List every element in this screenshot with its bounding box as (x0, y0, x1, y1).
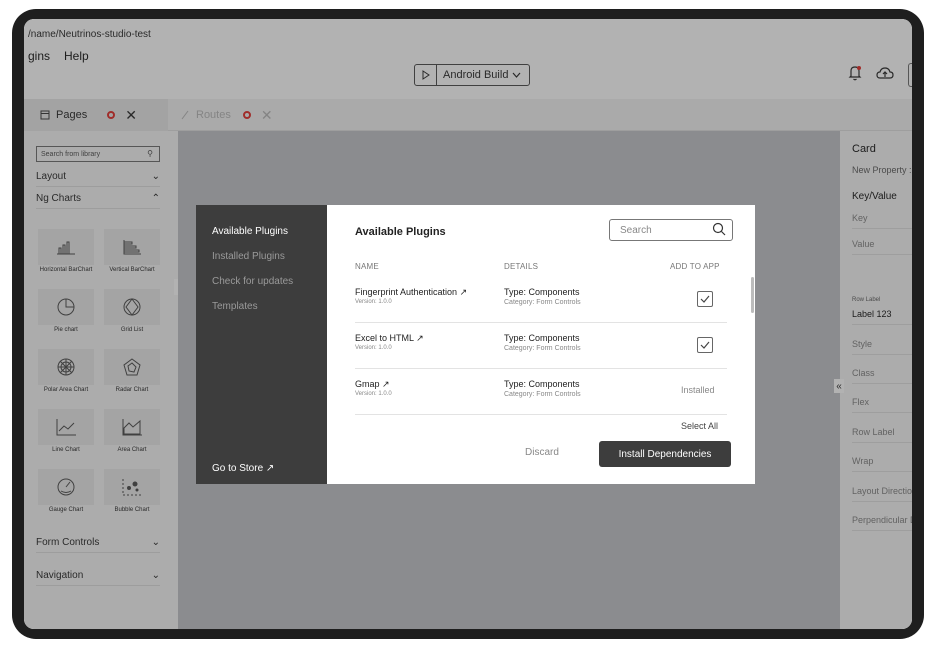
plugin-name-link[interactable]: Gmap ↗ (355, 379, 390, 390)
column-add-to-app: ADD TO APP (670, 262, 720, 271)
modal-sidebar: Available Plugins Installed Plugins Chec… (196, 205, 327, 484)
plugin-name-link[interactable]: Excel to HTML ↗ (355, 333, 424, 344)
plugins-modal: Available Plugins Installed Plugins Chec… (196, 205, 755, 484)
go-to-store-link[interactable]: Go to Store ↗ (212, 463, 274, 474)
plugin-type: Type: Components (504, 379, 580, 389)
nav-check-updates[interactable]: Check for updates (212, 276, 293, 287)
plugin-row: Gmap ↗ Version: 1.0.0 Type: Components C… (355, 369, 727, 415)
plugin-type: Type: Components (504, 287, 580, 297)
checkmark-icon (700, 341, 710, 349)
nav-available-plugins[interactable]: Available Plugins (212, 226, 288, 237)
discard-button[interactable]: Discard (525, 447, 559, 458)
plugin-row: Excel to HTML ↗ Version: 1.0.0 Type: Com… (355, 323, 727, 369)
app-screen: /name/Neutrinos-studio-test gins Help An… (24, 19, 912, 629)
nav-templates[interactable]: Templates (212, 301, 258, 312)
add-to-app-checkbox[interactable] (697, 337, 713, 353)
plugin-version: Version: 1.0.0 (355, 345, 392, 351)
plugin-category: Category: Form Controls (504, 345, 581, 352)
select-all-link[interactable]: Select All (681, 421, 718, 431)
add-to-app-checkbox[interactable] (697, 291, 713, 307)
plugin-version: Version: 1.0.0 (355, 299, 392, 305)
installed-status: Installed (681, 385, 715, 395)
plugin-row: Fingerprint Authentication ↗ Version: 1.… (355, 277, 727, 323)
nav-installed-plugins[interactable]: Installed Plugins (212, 251, 285, 262)
plugin-name-link[interactable]: Fingerprint Authentication ↗ (355, 287, 467, 298)
plugin-category: Category: Form Controls (504, 299, 581, 306)
modal-title: Available Plugins (355, 226, 446, 238)
plugin-search-input[interactable]: Search (609, 219, 733, 241)
plugin-category: Category: Form Controls (504, 391, 581, 398)
plugin-version: Version: 1.0.0 (355, 391, 392, 397)
column-details: DETAILS (504, 262, 539, 271)
plugin-list-scrollbar[interactable] (751, 277, 754, 313)
plugin-type: Type: Components (504, 333, 580, 343)
search-icon (712, 222, 726, 236)
install-dependencies-button[interactable]: Install Dependencies (599, 441, 731, 467)
device-frame: /name/Neutrinos-studio-test gins Help An… (12, 9, 924, 639)
checkmark-icon (700, 295, 710, 303)
column-name: NAME (355, 262, 379, 271)
modal-content: Available Plugins Search NAME DETAILS AD… (327, 205, 755, 484)
